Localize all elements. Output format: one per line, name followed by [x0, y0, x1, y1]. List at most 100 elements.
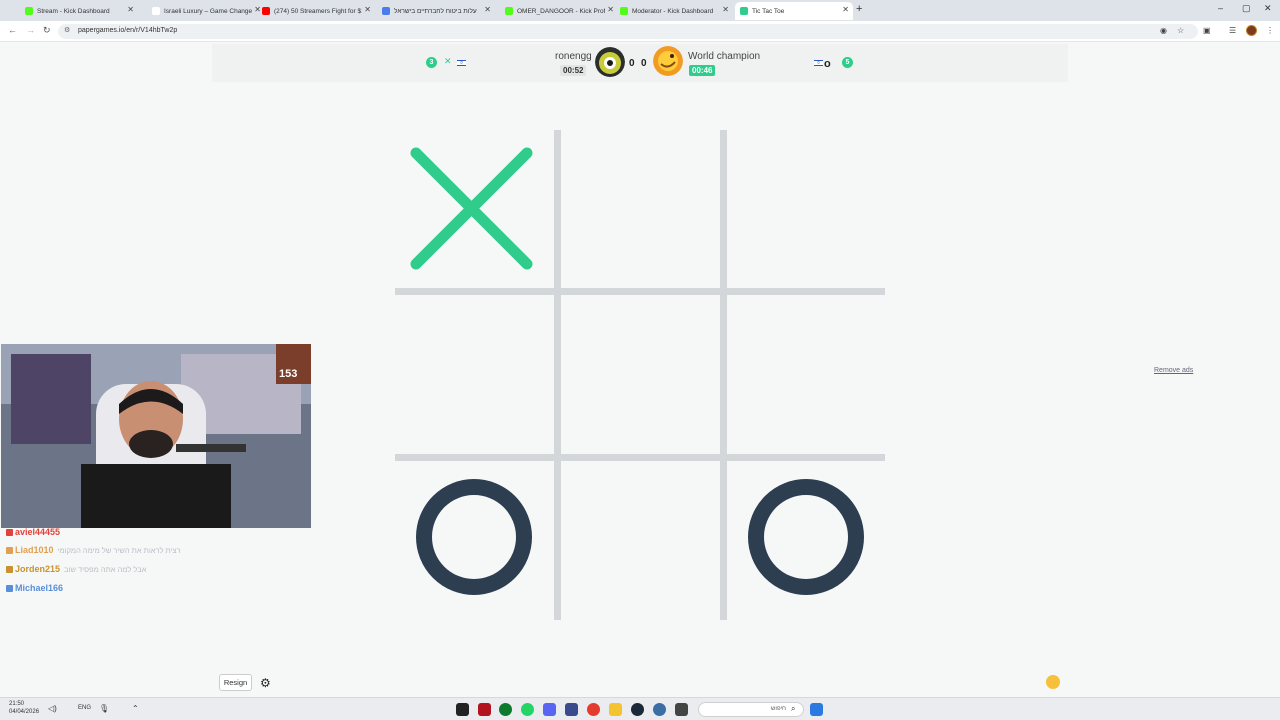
- chat-badge-icon: [6, 565, 13, 573]
- taskbar-search[interactable]: חיפוש ⌕: [698, 702, 804, 717]
- browser-tab[interactable]: Stream - Kick Dashboard ✕: [20, 2, 138, 20]
- browser-tab[interactable]: Tic Tac Toe ✕: [735, 2, 853, 20]
- remove-ads-link[interactable]: Remove ads: [1154, 367, 1193, 374]
- app-blue-icon[interactable]: [565, 703, 578, 716]
- chat-username[interactable]: Liad1010: [15, 545, 54, 555]
- chat-message: Liad1010 רצית לראות את השיר של מימה המקומ…: [6, 543, 181, 557]
- start-button-icon[interactable]: [810, 703, 823, 716]
- chrome-icon[interactable]: [587, 703, 600, 716]
- chat-username[interactable]: aviel44455: [15, 527, 60, 537]
- sidepanel-icon[interactable]: ☰: [1229, 26, 1236, 35]
- chat-text: אבל למה אתה מפסיד שוב: [64, 564, 147, 574]
- app-red-icon[interactable]: [478, 703, 491, 716]
- tray-chevron-icon[interactable]: ⌃: [132, 704, 139, 713]
- app-green-icon[interactable]: [499, 703, 512, 716]
- windows-taskbar: 21:50 04/04/2026 ENG ◁) 🎙 ⌃ חיפוש ⌕: [0, 697, 1280, 720]
- tab-favicon-icon: [152, 7, 160, 15]
- chat-username[interactable]: Michael166: [15, 583, 63, 593]
- left-player-score: 0: [629, 58, 635, 69]
- chat-badge-icon: [6, 584, 13, 592]
- left-player-timer: 00:52: [560, 65, 587, 76]
- board-cell-3-1[interactable]: [392, 459, 555, 622]
- settings-gear-icon[interactable]: ⚙: [260, 676, 271, 690]
- taskbar-search-placeholder: חיפוש: [771, 706, 786, 712]
- board-cell-2-1[interactable]: [392, 293, 555, 456]
- left-player-symbol: ✕: [444, 56, 452, 66]
- search-icon: ⌕: [791, 704, 796, 713]
- reload-icon[interactable]: ↻: [43, 25, 51, 36]
- left-player-flag: ✡: [457, 60, 466, 66]
- viewer-count: 153: [279, 368, 298, 380]
- chat-message: aviel44455: [6, 525, 64, 539]
- chat-message: Michael166: [6, 581, 67, 595]
- mic-icon[interactable]: 🎙: [99, 704, 109, 713]
- extensions-icon[interactable]: ▣: [1203, 26, 1211, 35]
- app-dark-icon[interactable]: [675, 703, 688, 716]
- maximize-button[interactable]: ▢: [1242, 3, 1251, 14]
- back-icon[interactable]: ←: [8, 25, 17, 35]
- address-bar: ← → ↻ ⚙ papergames.io/en/r/V14hbTw2p ◉ ☆…: [0, 21, 1280, 42]
- tab-title: Moderator - Kick Dashboard: [632, 7, 714, 15]
- volume-icon[interactable]: ◁): [48, 704, 57, 713]
- terminal-app-icon[interactable]: [456, 703, 469, 716]
- steam-alt-icon[interactable]: [653, 703, 666, 716]
- board-cell-1-2[interactable]: [558, 127, 721, 290]
- webcam-image: [1, 344, 311, 528]
- eye-off-icon[interactable]: ◉: [1160, 26, 1167, 35]
- tab-title: Stream - Kick Dashboard: [37, 7, 110, 15]
- resign-button[interactable]: Resign: [219, 674, 252, 691]
- right-player-avatar: [653, 46, 683, 76]
- steam-icon[interactable]: [631, 703, 644, 716]
- board-cell-3-2[interactable]: [558, 459, 721, 622]
- browser-tab[interactable]: Moderator - Kick Dashboard ✕: [615, 2, 733, 20]
- tab-close-icon[interactable]: ✕: [127, 5, 134, 14]
- taskbar-language[interactable]: ENG: [78, 705, 91, 711]
- menu-icon[interactable]: ⋮: [1266, 26, 1274, 35]
- tab-favicon-icon: [25, 7, 33, 15]
- tab-close-icon[interactable]: ✕: [364, 5, 371, 14]
- bookmark-star-icon[interactable]: ☆: [1177, 26, 1184, 35]
- profile-avatar[interactable]: [1246, 25, 1257, 36]
- board-cell-1-1[interactable]: [392, 127, 555, 290]
- tab-close-icon[interactable]: ✕: [722, 5, 729, 14]
- x-mark-icon: [410, 147, 533, 270]
- left-player-level-badge: 3: [426, 57, 437, 68]
- minimize-button[interactable]: –: [1218, 3, 1223, 13]
- browser-tab[interactable]: עלות ביטוח לחברתיים בישראל ✕: [377, 2, 495, 20]
- tic-tac-toe-board: [395, 130, 885, 620]
- browser-tab[interactable]: Israeli Luxury – Game Changers ✕: [147, 2, 265, 20]
- tab-bar: + – ▢ ✕ Stream - Kick Dashboard ✕ Israeli …: [0, 0, 1280, 21]
- tab-close-icon[interactable]: ✕: [607, 5, 614, 14]
- emoji-reaction-icon[interactable]: [1046, 675, 1060, 689]
- board-cell-2-3[interactable]: [724, 293, 887, 456]
- taskbar-date: 04/04/2026: [9, 709, 40, 715]
- tab-title: (274) 50 Streamers Fight for $1: [274, 7, 362, 15]
- chat-badge-icon: [6, 528, 13, 536]
- tab-title: Tic Tac Toe: [752, 7, 785, 15]
- tab-close-icon[interactable]: ✕: [484, 5, 491, 14]
- chat-username[interactable]: Jorden215: [15, 564, 60, 574]
- browser-tab[interactable]: OMER_DANGOOR - Kick Profile ✕: [500, 2, 618, 20]
- board-cell-1-3[interactable]: [724, 127, 887, 290]
- o-mark-icon: [748, 479, 864, 595]
- right-player-symbol: o: [824, 58, 831, 70]
- file-explorer-icon[interactable]: [609, 703, 622, 716]
- new-tab-button[interactable]: +: [856, 3, 862, 15]
- chat-message: Jorden215 אבל למה אתה מפסיד שוב: [6, 562, 146, 576]
- browser-tab[interactable]: (274) 50 Streamers Fight for $1 ✕: [257, 2, 375, 20]
- tab-favicon-icon: [505, 7, 513, 15]
- discord-icon[interactable]: [543, 703, 556, 716]
- right-player-flag: ✡: [814, 60, 823, 66]
- board-cell-3-3[interactable]: [724, 459, 887, 622]
- site-info-icon[interactable]: ⚙: [64, 26, 70, 34]
- chat-badge-icon: [6, 546, 13, 554]
- board-cell-2-2[interactable]: [558, 293, 721, 456]
- tab-favicon-icon: [262, 7, 270, 15]
- whatsapp-icon[interactable]: [521, 703, 534, 716]
- url-bar[interactable]: ⚙ papergames.io/en/r/V14hbTw2p: [58, 24, 1198, 39]
- forward-icon[interactable]: →: [26, 25, 35, 35]
- close-window-button[interactable]: ✕: [1264, 3, 1272, 14]
- tab-close-icon[interactable]: ✕: [842, 5, 849, 14]
- streamer-webcam: 153: [1, 344, 311, 528]
- tab-title: Israeli Luxury – Game Changers: [164, 7, 252, 15]
